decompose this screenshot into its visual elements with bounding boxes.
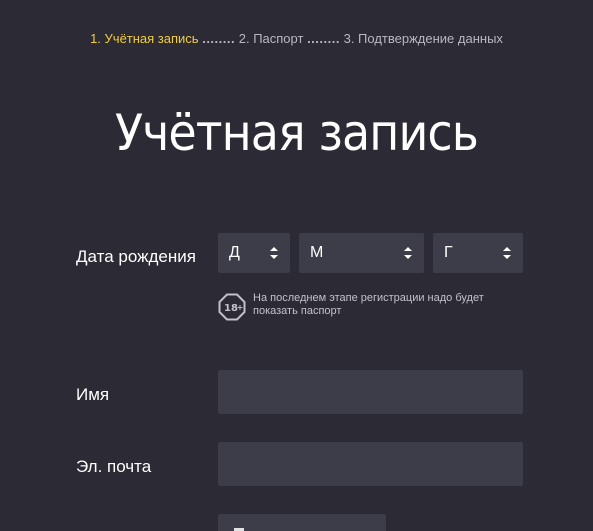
select-arrows-icon bbox=[503, 247, 511, 259]
age-notice: 18 + На последнем этапе регистрации надо… bbox=[218, 292, 518, 323]
birthdate-label: Дата рождения bbox=[76, 247, 196, 266]
next-field-partial[interactable] bbox=[218, 514, 386, 531]
age-notice-text: На последнем этапе регистрации надо буде… bbox=[253, 292, 523, 318]
step-separator: ........ bbox=[202, 31, 236, 46]
birth-day-value: Д bbox=[229, 244, 240, 261]
name-input[interactable] bbox=[218, 370, 523, 414]
email-input[interactable] bbox=[218, 442, 523, 486]
step-separator: ........ bbox=[307, 31, 340, 46]
step-passport[interactable]: 2. Паспорт bbox=[239, 31, 304, 46]
select-arrows-icon bbox=[270, 247, 278, 259]
birth-month-select[interactable]: М bbox=[299, 233, 424, 273]
name-label: Имя bbox=[76, 385, 110, 404]
step-confirmation[interactable]: 3. Подтверждение данных bbox=[344, 31, 503, 46]
birth-year-select[interactable]: Г bbox=[433, 233, 523, 273]
svg-text:+: + bbox=[237, 303, 244, 312]
age-notice-line2: показать паспорт bbox=[253, 305, 342, 317]
registration-page: 1. Учётная запись ........ 2. Паспорт ..… bbox=[0, 0, 593, 531]
step-account[interactable]: 1. Учётная запись bbox=[90, 31, 199, 46]
birth-day-select[interactable]: Д bbox=[218, 233, 290, 273]
page-title: Учётная запись bbox=[114, 104, 479, 162]
registration-stepper: 1. Учётная запись ........ 2. Паспорт ..… bbox=[0, 31, 593, 46]
age-18-plus-icon: 18 + bbox=[218, 293, 246, 321]
birth-month-value: М bbox=[310, 244, 324, 261]
select-arrows-icon bbox=[404, 247, 412, 259]
email-label: Эл. почта bbox=[76, 457, 152, 476]
birth-year-value: Г bbox=[444, 244, 453, 261]
age-notice-line1: На последнем этапе регистрации надо буде… bbox=[253, 292, 484, 304]
